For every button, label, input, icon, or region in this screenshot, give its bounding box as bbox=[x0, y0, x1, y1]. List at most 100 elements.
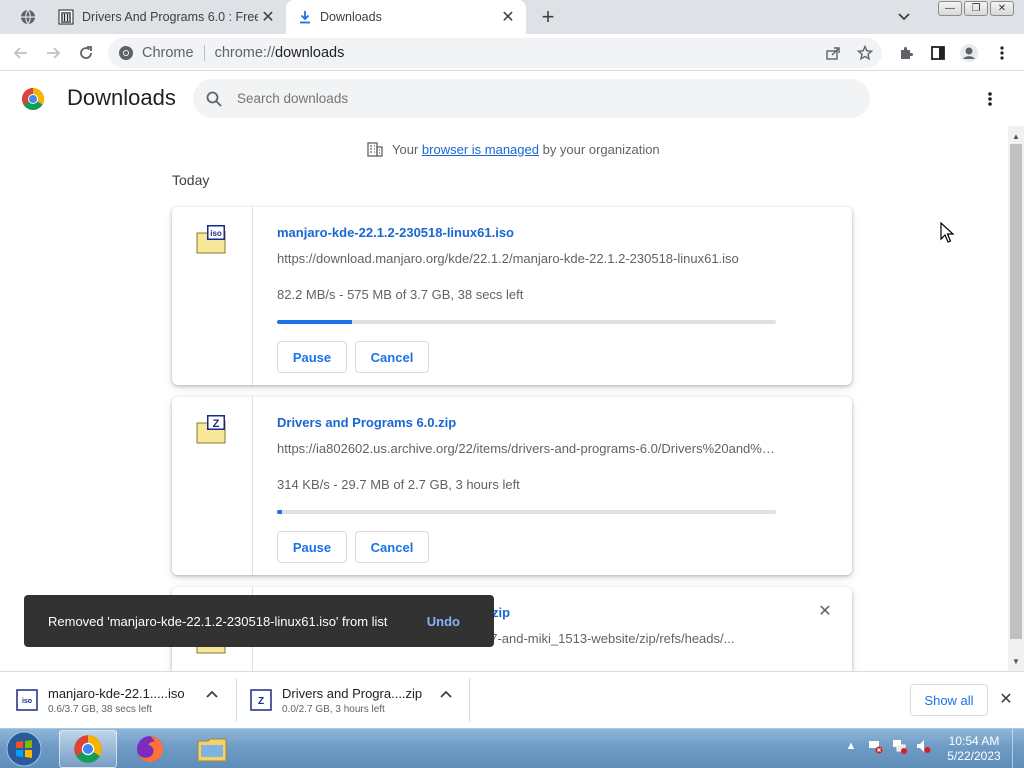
scroll-down-arrow-icon[interactable]: ▼ bbox=[1008, 653, 1024, 669]
url-text[interactable]: chrome://downloads bbox=[215, 45, 345, 61]
tab-generic[interactable] bbox=[10, 0, 46, 34]
arrow-left-icon bbox=[13, 47, 27, 59]
shelf-item-status: 0.0/2.7 GB, 3 hours left bbox=[282, 703, 385, 715]
file-name-link[interactable]: Drivers and Programs 6.0.zip bbox=[277, 415, 456, 430]
tab-title: Drivers And Programs 6.0 : Free Do bbox=[82, 10, 258, 24]
icon-label: Z bbox=[258, 696, 264, 707]
reload-button[interactable] bbox=[73, 40, 99, 66]
zip-file-icon: Z bbox=[250, 689, 272, 711]
zip-file-icon: Z bbox=[196, 415, 226, 444]
profile-avatar[interactable] bbox=[958, 42, 980, 64]
scroll-up-arrow-icon[interactable]: ▲ bbox=[1008, 128, 1024, 144]
toolbar: Chrome chrome://downloads bbox=[0, 34, 1024, 71]
chevron-up-icon[interactable] bbox=[436, 684, 456, 704]
close-window-button[interactable]: ✕ bbox=[990, 1, 1014, 16]
removed-toast: Removed 'manjaro-kde-22.1.2-230518-linux… bbox=[24, 595, 494, 647]
file-url-link[interactable]: https://download.manjaro.org/kde/22.1.2/… bbox=[277, 251, 777, 266]
close-shelf-icon[interactable]: ✕ bbox=[996, 689, 1016, 709]
download-shelf: iso manjaro-kde-22.1.....iso 0.6/3.7 GB,… bbox=[0, 671, 1024, 728]
progress-fill bbox=[277, 510, 282, 514]
iso-file-icon: iso bbox=[16, 689, 38, 711]
show-hidden-icons-icon[interactable]: ▲ bbox=[842, 737, 860, 755]
mouse-cursor-icon bbox=[940, 222, 955, 243]
close-icon[interactable]: ✕ bbox=[258, 7, 278, 27]
shelf-item[interactable]: iso manjaro-kde-22.1.....iso 0.6/3.7 GB,… bbox=[0, 678, 236, 722]
side-panel-icon[interactable] bbox=[927, 42, 949, 64]
tab-archive[interactable]: Drivers And Programs 6.0 : Free Do ✕ bbox=[48, 0, 286, 34]
undo-button[interactable]: Undo bbox=[427, 614, 460, 629]
taskbar-chrome-button[interactable] bbox=[59, 730, 117, 768]
chrome-icon bbox=[74, 735, 102, 763]
taskbar-explorer-button[interactable] bbox=[183, 730, 241, 768]
building-icon bbox=[367, 142, 383, 157]
iso-file-icon: iso bbox=[196, 225, 226, 254]
toast-message: Removed 'manjaro-kde-22.1.2-230518-linux… bbox=[48, 613, 388, 629]
scrollbar-thumb[interactable] bbox=[1010, 144, 1022, 639]
minimize-button[interactable]: — bbox=[938, 1, 962, 16]
cancel-button[interactable]: Cancel bbox=[355, 341, 429, 373]
remove-from-list-close-icon[interactable]: ✕ bbox=[815, 601, 835, 621]
scheme-label: Chrome bbox=[142, 45, 194, 61]
globe-icon bbox=[21, 9, 35, 25]
managed-prefix: Your bbox=[392, 141, 419, 157]
file-url-link[interactable]: /Kris47-and-miki_1513-website/zip/refs/h… bbox=[457, 631, 777, 646]
url-host: downloads bbox=[275, 45, 345, 61]
downloads-list: Your browser is managed by your organiza… bbox=[0, 126, 1008, 671]
scrollbar[interactable]: ▲ ▼ bbox=[1008, 126, 1024, 671]
reload-icon bbox=[80, 46, 92, 59]
pause-button[interactable]: Pause bbox=[277, 531, 347, 563]
close-icon[interactable]: ✕ bbox=[498, 7, 518, 27]
chevron-up-icon[interactable] bbox=[202, 684, 222, 704]
search-input[interactable] bbox=[237, 91, 737, 106]
volume-muted-icon[interactable] bbox=[914, 737, 932, 755]
cancel-button[interactable]: Cancel bbox=[355, 531, 429, 563]
tab-downloads[interactable]: Downloads ✕ bbox=[286, 0, 526, 34]
shelf-item-name: Drivers and Progra....zip bbox=[282, 685, 423, 701]
firefox-icon bbox=[137, 736, 163, 762]
share-icon[interactable] bbox=[822, 42, 844, 64]
back-button[interactable] bbox=[8, 40, 34, 66]
file-url-link[interactable]: https://ia802602.us.archive.org/22/items… bbox=[277, 441, 777, 456]
date-section-label: Today bbox=[172, 172, 210, 188]
start-button[interactable] bbox=[3, 730, 45, 768]
arrow-right-icon bbox=[47, 47, 61, 59]
window-controls: — ❐ ✕ bbox=[938, 1, 1014, 16]
windows-logo-icon bbox=[6, 731, 42, 767]
progress-bar bbox=[277, 510, 776, 514]
site-info[interactable]: Chrome bbox=[118, 45, 194, 61]
action-center-icon[interactable] bbox=[866, 737, 884, 755]
extensions-icon[interactable] bbox=[895, 42, 917, 64]
tab-title: Downloads bbox=[320, 10, 382, 24]
file-name-link[interactable]: manjaro-kde-22.1.2-230518-linux61.iso bbox=[277, 225, 514, 240]
browser-managed-link[interactable]: browser is managed bbox=[422, 142, 539, 157]
pause-button[interactable]: Pause bbox=[277, 341, 347, 373]
search-downloads-bar[interactable] bbox=[193, 79, 870, 118]
show-desktop-button[interactable] bbox=[1012, 729, 1024, 768]
windows-taskbar: ▲ 10:54 AM 5/22/2023 bbox=[0, 728, 1024, 768]
shelf-item-name: manjaro-kde-22.1.....iso bbox=[48, 685, 185, 701]
shelf-item[interactable]: Z Drivers and Progra....zip 0.0/2.7 GB, … bbox=[234, 678, 470, 722]
new-tab-button[interactable]: + bbox=[536, 4, 560, 29]
managed-notice: Your browser is managed by your organiza… bbox=[366, 140, 660, 158]
taskbar-firefox-button[interactable] bbox=[121, 730, 179, 768]
forward-button[interactable] bbox=[40, 40, 66, 66]
tab-search-chevron-icon[interactable] bbox=[893, 8, 915, 26]
star-icon[interactable] bbox=[854, 42, 876, 64]
chrome-logo-icon bbox=[22, 88, 44, 110]
progress-bar bbox=[277, 320, 776, 324]
menu-kebab-icon[interactable] bbox=[991, 42, 1013, 64]
shelf-item-status: 0.6/3.7 GB, 38 secs left bbox=[48, 703, 152, 715]
file-name-link[interactable]: zip bbox=[492, 605, 510, 620]
system-tray: ▲ bbox=[842, 737, 932, 755]
taskbar-clock[interactable]: 10:54 AM 5/22/2023 bbox=[940, 734, 1008, 764]
clock-date: 5/22/2023 bbox=[947, 749, 1001, 763]
icon-label: Z bbox=[213, 418, 220, 430]
maximize-button[interactable]: ❐ bbox=[964, 1, 988, 16]
icon-label: iso bbox=[22, 698, 32, 705]
network-icon[interactable] bbox=[890, 737, 908, 755]
downloads-menu-icon[interactable] bbox=[980, 87, 1000, 111]
download-icon bbox=[300, 11, 310, 24]
address-bar[interactable]: Chrome chrome://downloads bbox=[108, 38, 882, 68]
icon-label: iso bbox=[210, 229, 222, 238]
show-all-button[interactable]: Show all bbox=[910, 684, 988, 716]
